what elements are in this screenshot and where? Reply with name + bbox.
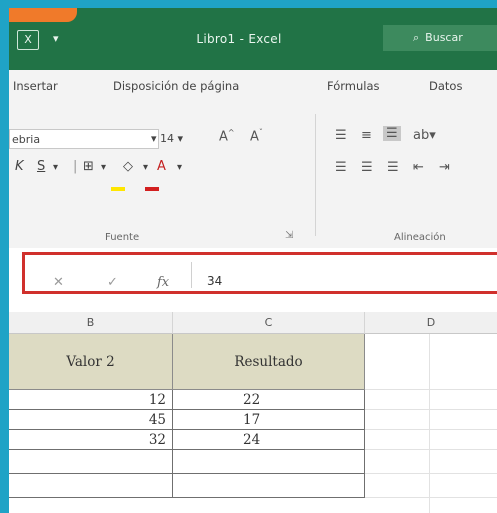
cell-resultado[interactable]: 22	[173, 390, 365, 410]
excel-window: X ▾ Libro1 - Excel ⌕ Buscar Insertar Disp…	[9, 8, 497, 513]
font-name-select[interactable]: ebria	[9, 129, 159, 149]
cell-valor2[interactable]: 12	[9, 390, 173, 410]
formula-separator	[191, 262, 192, 288]
cell-resultado[interactable]	[173, 474, 365, 498]
window-title: Libro1 - Excel	[196, 32, 282, 46]
cell-d-header-row[interactable]	[365, 334, 497, 390]
tab-insertar[interactable]: Insertar	[13, 79, 58, 93]
cancel-icon[interactable]: ✕	[53, 275, 64, 290]
excel-icon[interactable]: X	[17, 30, 39, 50]
font-size-value: 14	[160, 132, 175, 145]
enter-icon[interactable]: ✓	[107, 275, 118, 290]
cell-d[interactable]	[365, 390, 497, 410]
align-right-icon[interactable]: ☰	[387, 160, 399, 175]
function-icon[interactable]: fx	[157, 275, 169, 290]
fill-color-icon[interactable]: ◇	[111, 159, 133, 191]
ribbon: ebria ▾ 14 ▾ A^ Aˇ K S ▾ | ⊞ ▾ ◇ ▾ A ▾ F…	[9, 102, 497, 248]
cell-d[interactable]	[365, 450, 497, 474]
italic-icon[interactable]: K	[15, 159, 24, 174]
cell-valor2[interactable]: 32	[9, 430, 173, 450]
group-separator	[315, 114, 316, 236]
cell-d[interactable]	[365, 430, 497, 450]
quick-access-icon[interactable]: ▾	[53, 32, 59, 45]
ribbon-tabs: Insertar Disposición de página Fórmulas …	[9, 70, 497, 102]
font-group-label: Fuente	[105, 232, 140, 243]
cell-valor2[interactable]	[9, 450, 173, 474]
fill-dropdown-icon[interactable]: ▾	[143, 162, 148, 173]
decrease-indent-icon[interactable]: ⇤	[413, 160, 424, 175]
align-bottom-icon[interactable]: ☰	[383, 126, 401, 141]
cell-resultado[interactable]: 24	[173, 430, 365, 450]
table-header-resultado[interactable]: Resultado	[173, 334, 365, 390]
table-header-valor2[interactable]: Valor 2	[9, 334, 173, 390]
title-bar: X ▾ Libro1 - Excel ⌕ Buscar	[9, 8, 497, 70]
font-size-chevron-icon: ▾	[174, 132, 184, 145]
tab-datos[interactable]: Datos	[429, 79, 462, 93]
alignment-group-label: Alineación	[394, 232, 446, 243]
borders-separator-icon: |	[73, 159, 78, 174]
tab-disposicion[interactable]: Disposición de página	[113, 79, 239, 93]
tab-formulas[interactable]: Fórmulas	[327, 79, 380, 93]
orientation-icon[interactable]: ab▾	[413, 128, 436, 143]
cell-valor2[interactable]	[9, 474, 173, 498]
cell-valor2[interactable]: 45	[9, 410, 173, 430]
borders-icon[interactable]: ⊞	[83, 159, 94, 174]
font-size-dropdown-icon: ▾	[151, 132, 161, 145]
align-left-icon[interactable]: ☰	[335, 160, 347, 175]
dialog-launcher-icon[interactable]: ⇲	[285, 230, 293, 241]
formula-bar-highlight	[22, 252, 497, 294]
tell-me-box[interactable]: ⌕ Buscar	[383, 25, 497, 51]
accent-tab	[9, 8, 77, 22]
borders-dropdown-icon[interactable]: ▾	[101, 162, 106, 173]
underline-icon[interactable]: S	[37, 159, 45, 174]
gridline	[429, 334, 430, 513]
cell-d[interactable]	[365, 410, 497, 430]
search-icon: ⌕	[413, 31, 420, 44]
cell-resultado[interactable]: 17	[173, 410, 365, 430]
align-top-icon[interactable]: ☰	[335, 128, 347, 143]
formula-input[interactable]: 34	[207, 274, 222, 288]
column-header-c[interactable]: C	[173, 312, 365, 334]
tell-me-label: Buscar	[425, 31, 463, 44]
cell-resultado[interactable]	[173, 450, 365, 474]
align-center-icon[interactable]: ☰	[361, 160, 373, 175]
cell-d[interactable]	[365, 474, 497, 498]
font-color-icon[interactable]: A	[145, 159, 166, 191]
shrink-font-icon[interactable]: Aˇ	[250, 128, 263, 144]
column-header-d[interactable]: D	[365, 312, 497, 334]
increase-indent-icon[interactable]: ⇥	[439, 160, 450, 175]
column-header-b[interactable]: B	[9, 312, 173, 334]
font-color-dropdown-icon[interactable]: ▾	[177, 162, 182, 173]
font-size-select[interactable]: ▾ 14 ▾	[151, 129, 196, 149]
align-middle-icon[interactable]: ≡	[361, 128, 372, 143]
underline-dropdown-icon[interactable]: ▾	[53, 162, 58, 173]
grow-font-icon[interactable]: A^	[219, 128, 235, 144]
